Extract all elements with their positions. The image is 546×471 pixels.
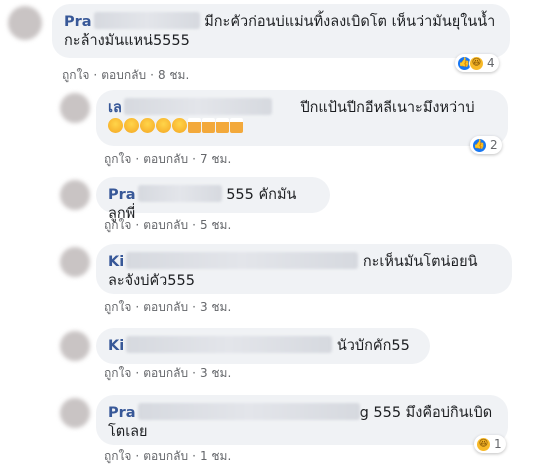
emoji-laugh-icon: [108, 118, 188, 135]
blurred-name: [93, 12, 200, 29]
reply-link[interactable]: ตอบกลับ: [143, 218, 188, 232]
like-link[interactable]: ถูกใจ: [104, 449, 131, 463]
avatar[interactable]: [60, 247, 90, 277]
comment-actions: ถูกใจ · ตอบกลับ · 3 ชม.: [104, 298, 231, 317]
comment-text: มีกะคัวก่อนบ่แม่นทิ้งลงเบิดโต เห็นว่ามัน…: [204, 14, 496, 30]
reply-link[interactable]: ตอบกลับ: [143, 152, 188, 166]
like-reaction-icon: 👍: [472, 137, 487, 153]
comment-actions: ถูกใจ · ตอบกลับ · 8 ชม.: [62, 66, 189, 85]
comment-bubble: เล ปีกแป้นปีกอีหลีเนาะมึงหว่าบ่: [96, 90, 508, 146]
reaction-summary[interactable]: 👍 2: [470, 136, 502, 154]
reply-link[interactable]: ตอบกลับ: [143, 366, 188, 380]
avatar[interactable]: [8, 6, 42, 40]
like-link[interactable]: ถูกใจ: [104, 300, 131, 314]
comment-bubble: Pra g 555 มึงคือบ่กินเบิด โตเลย: [96, 395, 508, 445]
timestamp[interactable]: 1 ชม.: [200, 449, 231, 463]
comment-bubble: Ki กะเห็นมันโตน่อยนิ ละจังบ่คัว555: [96, 244, 512, 294]
like-link[interactable]: ถูกใจ: [104, 366, 131, 380]
comment-text: ปีกแป้นปีกอีหลีเนาะมึงหว่าบ่: [300, 100, 475, 116]
avatar[interactable]: [60, 93, 90, 123]
separator: ·: [192, 449, 196, 463]
comment-bubble: Ki นัวบักคัก55: [96, 328, 430, 364]
reaction-count: 4: [487, 56, 495, 70]
avatar[interactable]: [60, 398, 90, 428]
comment-bubble: Pra 555 คักมันลูกพี่: [96, 177, 330, 222]
separator: ·: [150, 68, 154, 82]
separator: ·: [135, 152, 140, 166]
haha-reaction-icon: 😆: [469, 55, 484, 71]
timestamp[interactable]: 7 ชม.: [200, 152, 231, 166]
emoji-beer-icon: [188, 118, 244, 135]
reaction-count: 1: [494, 437, 502, 451]
comment-actions: ถูกใจ · ตอบกลับ · 1 ชม.: [104, 447, 231, 466]
like-link[interactable]: ถูกใจ: [62, 68, 89, 82]
separator: ·: [192, 366, 196, 380]
comment-text: นัวบักคัก55: [336, 338, 410, 354]
blurred-name: [126, 252, 359, 269]
separator: ·: [135, 218, 140, 232]
reaction-count: 2: [490, 138, 498, 152]
comment-actions: ถูกใจ · ตอบกลับ · 3 ชม.: [104, 364, 231, 383]
comment-author[interactable]: Pra: [64, 14, 92, 30]
comment-actions: ถูกใจ · ตอบกลับ · 5 ชม.: [104, 216, 231, 235]
reply-link[interactable]: ตอบกลับ: [101, 68, 146, 82]
comment-author[interactable]: Ki: [108, 338, 124, 354]
like-link[interactable]: ถูกใจ: [104, 218, 131, 232]
comment-author[interactable]: Pra: [108, 405, 136, 421]
haha-reaction-icon: 😆: [476, 436, 491, 452]
comment-author[interactable]: Ki: [108, 254, 124, 270]
separator: ·: [135, 449, 140, 463]
reply-link[interactable]: ตอบกลับ: [143, 449, 188, 463]
comment-author[interactable]: เล: [108, 100, 122, 116]
timestamp[interactable]: 3 ชม.: [200, 366, 231, 380]
comment-text-line2: ละจังบ่คัว555: [108, 273, 195, 289]
avatar[interactable]: [60, 331, 90, 361]
comment-actions: ถูกใจ · ตอบกลับ · 7 ชม.: [104, 150, 231, 169]
comment-author[interactable]: Pra: [108, 187, 136, 203]
comment-text: g 555 มึงคือบ่กินเบิด: [359, 405, 493, 421]
blurred-name: [123, 98, 272, 115]
like-link[interactable]: ถูกใจ: [104, 152, 131, 166]
separator: ·: [135, 300, 140, 314]
separator: ·: [135, 366, 140, 380]
comment-text: กะเห็นมันโตน่อยนิ: [362, 254, 478, 270]
avatar[interactable]: [60, 180, 90, 210]
separator: ·: [192, 218, 196, 232]
comment-text-line2: กะล้างมันแหน่5555: [64, 33, 190, 49]
separator: ·: [93, 68, 98, 82]
blurred-name: [137, 185, 222, 202]
reaction-summary[interactable]: 😆 1: [474, 435, 506, 453]
reply-link[interactable]: ตอบกลับ: [143, 300, 188, 314]
separator: ·: [192, 300, 196, 314]
comment-bubble: Pra มีกะคัวก่อนบ่แม่นทิ้งลงเบิดโต เห็นว่…: [52, 4, 510, 58]
timestamp[interactable]: 8 ชม.: [158, 68, 189, 82]
separator: ·: [192, 152, 196, 166]
blurred-name: [126, 336, 333, 353]
timestamp[interactable]: 5 ชม.: [200, 218, 231, 232]
timestamp[interactable]: 3 ชม.: [200, 300, 231, 314]
comment-text-line2: โตเลย: [108, 424, 148, 440]
blurred-name: [137, 403, 360, 420]
reaction-summary[interactable]: 👍 😆 4: [455, 54, 499, 72]
